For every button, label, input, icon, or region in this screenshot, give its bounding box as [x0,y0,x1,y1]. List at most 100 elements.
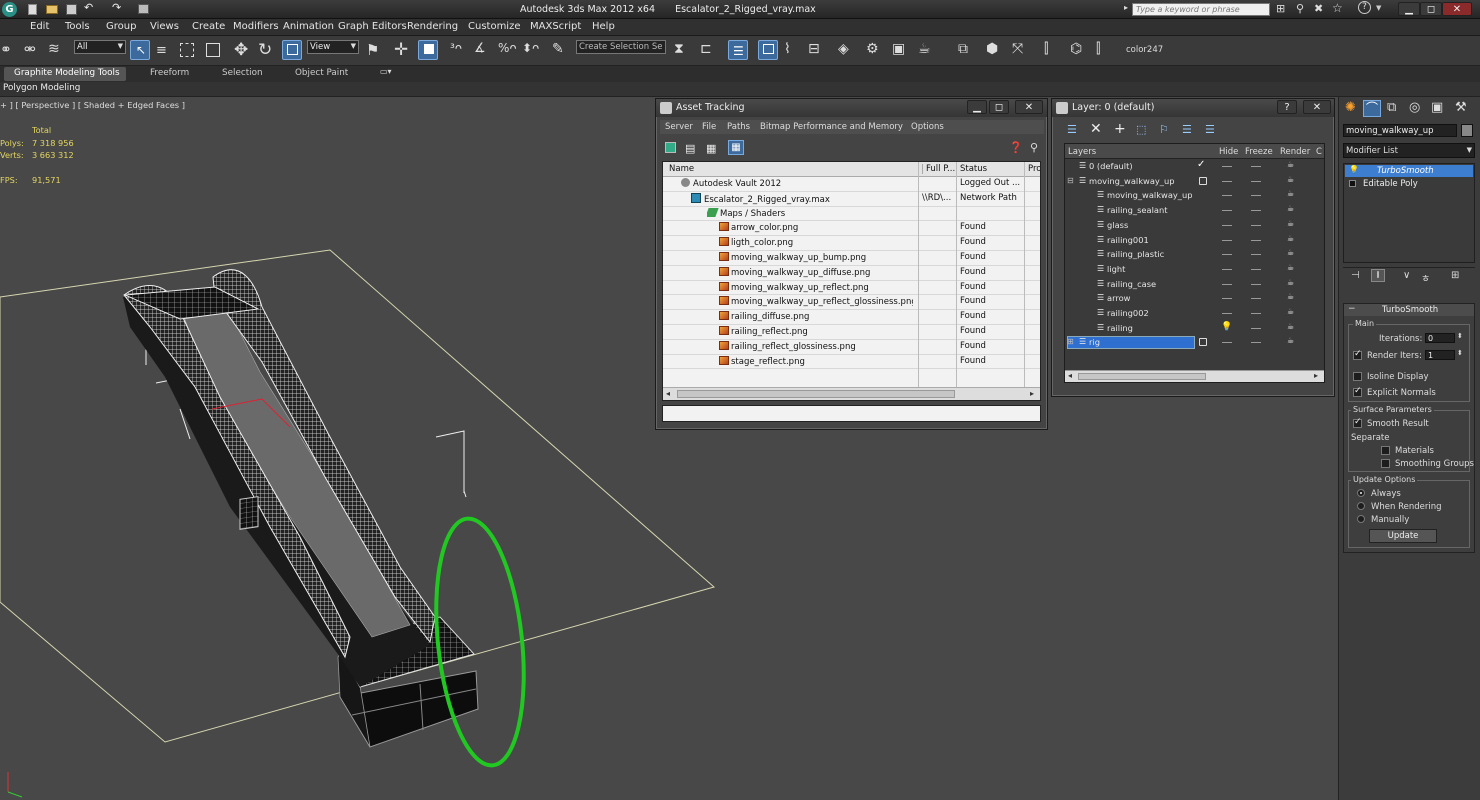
render-teapot-icon[interactable]: ☕ [1287,336,1294,345]
freeze-toggle[interactable] [1251,166,1261,167]
freeze-toggle[interactable] [1251,327,1261,329]
column-layers[interactable]: Layers [1068,147,1096,157]
hide-toggle[interactable] [1222,210,1232,212]
maximize-button[interactable]: ◻ [1420,2,1442,16]
freeze-all-icon[interactable]: ☰ [1205,123,1215,136]
minimize-button[interactable]: ▁ [967,100,987,114]
column-color[interactable]: C [1316,147,1322,157]
rotate-icon[interactable]: ↻ [258,40,272,60]
layer-manager-button[interactable]: ☰ [728,40,748,60]
asset-row[interactable]: arrow_color.png Found [663,221,1040,237]
render-iters-checkbox[interactable] [1353,349,1365,362]
smoothing-groups-checkbox[interactable] [1381,459,1393,470]
table-view-icon[interactable]: ▦ [728,140,744,155]
project-folder-icon[interactable] [138,4,149,14]
horizontal-scrollbar[interactable]: ◂ ▸ [1065,370,1324,382]
column-freeze[interactable]: Freeze [1245,147,1273,157]
help-icon[interactable]: ❓ [1009,141,1023,154]
menu-group[interactable]: Group [106,21,136,32]
add-to-layer-icon[interactable]: + [1114,121,1126,137]
menu-paths[interactable]: Paths [727,122,750,132]
layer-row[interactable]: ☰ railing002 ☕ [1065,307,1324,322]
scrollbar-thumb[interactable] [1078,373,1206,380]
angle-snap-icon[interactable]: ∡ [474,41,486,56]
utilities-tab-icon[interactable]: ⚒ [1455,100,1467,115]
asset-row[interactable]: moving_walkway_up_reflect_glossiness.png… [663,295,1040,311]
iterations-spinner[interactable]: 0 [1425,333,1455,343]
search-arrow-icon[interactable]: ▸ [1124,3,1128,12]
menu-server[interactable]: Server [665,122,693,132]
column-hide[interactable]: Hide [1219,147,1238,157]
show-end-result-icon[interactable]: ⫾ [1371,269,1385,282]
render-teapot-icon[interactable]: ☕ [1287,292,1294,301]
column-pro[interactable]: Pro [1024,164,1040,174]
make-unique-icon[interactable]: ∨ [1403,270,1410,281]
asset-row[interactable]: moving_walkway_up_diffuse.png Found [663,266,1040,281]
update-button[interactable]: Update [1369,529,1437,543]
render-teapot-icon[interactable]: ☕ [1287,263,1294,272]
render-teapot-icon[interactable]: ☕ [1287,175,1294,184]
lightbulb-icon[interactable]: 💡 [1349,165,1359,174]
schematic-view-icon[interactable]: ⊟ [808,41,820,57]
polygon-modeling-panel[interactable]: Polygon Modeling [3,83,80,93]
layer-row[interactable]: ☰ railing_case ☕ [1065,278,1324,293]
vray-tool-icon-5[interactable]: ⌬ [1070,41,1082,57]
asset-row[interactable]: railing_diffuse.png Found [663,310,1040,325]
rendered-frame-icon[interactable]: ▣ [892,41,905,57]
isoline-checkbox[interactable] [1353,372,1365,383]
menu-rendering[interactable]: Rendering [407,21,458,32]
stack-item-turbosmooth[interactable]: 💡 TurboSmooth [1345,165,1473,177]
new-file-icon[interactable] [28,4,37,15]
layer-row[interactable]: ☰ railing 💡 ☕ [1065,322,1324,337]
material-editor-icon[interactable]: ◈ [838,41,849,57]
search-help-icon[interactable]: ⚲ [1296,2,1304,15]
pin-icon[interactable]: ⚲ [1030,141,1038,154]
select-and-manipulate-icon[interactable]: ✛ [394,40,408,60]
list-view-icon[interactable]: ▤ [685,142,695,155]
freeze-toggle[interactable] [1251,210,1261,212]
render-setup-icon[interactable]: ⚙ [866,41,879,57]
motion-tab-icon[interactable]: ◎ [1409,100,1420,115]
object-color-swatch[interactable] [1461,124,1473,137]
smooth-result-checkbox[interactable] [1353,417,1365,430]
column-name[interactable]: Name [669,164,694,174]
favorites-star-icon[interactable]: ☆ [1332,1,1343,15]
menu-file[interactable]: File [702,122,716,132]
vray-tool-icon-1[interactable]: ⧉ [958,41,968,57]
window-crossing-icon[interactable] [206,43,220,57]
stack-item-editable-poly[interactable]: Editable Poly [1345,178,1473,190]
render-teapot-icon[interactable]: ☕ [1287,204,1294,213]
hide-toggle[interactable] [1222,180,1232,182]
percent-snap-icon[interactable]: %ᴖ [498,41,517,55]
layer-row[interactable]: ☰ 0 (default) ✓ ☕ [1065,159,1324,175]
asset-row[interactable]: railing_reflect.png Found [663,325,1040,340]
column-status[interactable]: Status [956,164,987,174]
update-manually-radio[interactable] [1357,515,1369,525]
asset-row[interactable]: Autodesk Vault 2012 Logged Out ... [663,177,1040,192]
object-name-field[interactable]: moving_walkway_up [1343,124,1457,137]
current-layer-box[interactable] [1199,176,1207,185]
save-icon[interactable] [66,4,77,15]
hide-toggle[interactable] [1222,224,1232,226]
asset-table[interactable]: Name Full P... Status Pro Autodesk Vault… [662,161,1041,401]
lightbulb-icon[interactable]: 💡 [1221,322,1232,332]
display-tab-icon[interactable]: ▣ [1431,100,1443,115]
curve-editor-icon[interactable]: ⌇ [784,41,791,57]
freeze-toggle[interactable] [1251,239,1261,241]
freeze-toggle[interactable] [1251,254,1261,256]
render-teapot-icon[interactable]: ☕ [1287,219,1294,228]
menu-maxscript[interactable]: MAXScript [530,21,581,32]
redo-icon[interactable]: ↷ [112,1,121,14]
asset-row[interactable]: ligth_color.png Found [663,236,1040,251]
modifier-stack[interactable]: 💡 TurboSmooth Editable Poly [1343,163,1475,263]
thumbnail-view-icon[interactable]: ▦ [706,142,716,155]
expand-icon[interactable] [1349,180,1356,187]
update-rendering-radio[interactable] [1357,502,1369,512]
minimize-button[interactable]: ▁ [1398,2,1420,16]
hide-toggle[interactable] [1222,313,1232,314]
modify-tab-icon[interactable]: ⌒ [1363,100,1381,117]
keyboard-shortcut-override-button[interactable] [418,40,438,60]
help-dropdown-icon[interactable]: ▼ [1376,4,1381,12]
layer-row[interactable]: ☰ arrow ☕ [1065,292,1324,307]
graphite-toggle-button[interactable] [758,40,778,60]
